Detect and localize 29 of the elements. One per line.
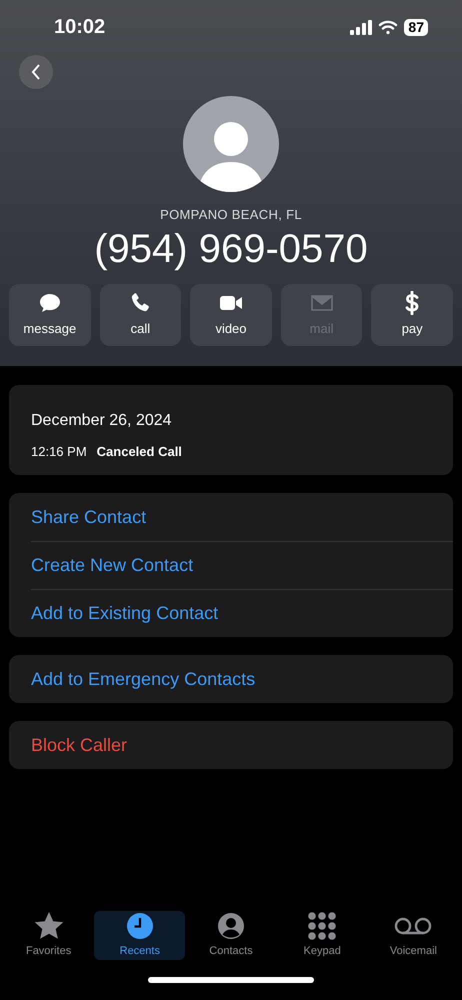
action-button[interactable]: video bbox=[190, 284, 272, 346]
status-time: 10:02 bbox=[54, 15, 106, 40]
action-button[interactable]: pay bbox=[371, 284, 453, 346]
tab-bar-item[interactable]: Keypad bbox=[276, 911, 368, 960]
menu-option[interactable]: Create New Contact bbox=[31, 541, 453, 589]
tab-bar-item[interactable]: Recents bbox=[94, 911, 186, 960]
battery-indicator: 87 bbox=[404, 18, 428, 36]
star-icon bbox=[34, 911, 64, 942]
action-button[interactable]: message bbox=[9, 284, 91, 346]
tab-bar-item[interactable]: Voicemail bbox=[368, 911, 460, 960]
menu-option[interactable]: Add to Existing Contact bbox=[31, 589, 453, 637]
back-button[interactable] bbox=[19, 55, 53, 89]
phone-number: (954) 969-0570 bbox=[93, 226, 369, 272]
menu-option[interactable]: Add to Emergency Contacts bbox=[31, 655, 453, 703]
person-circle-icon bbox=[216, 911, 246, 942]
action-button[interactable]: call bbox=[100, 284, 182, 346]
menu-option[interactable]: Share Contact bbox=[31, 493, 453, 541]
menu-option[interactable]: Block Caller bbox=[31, 721, 453, 769]
wifi-icon bbox=[378, 20, 398, 34]
call-time: 12:16 PM bbox=[31, 442, 87, 460]
keypad-icon bbox=[307, 911, 338, 942]
call-status: Canceled Call bbox=[96, 442, 182, 460]
clock-icon bbox=[124, 911, 155, 942]
signal-icon bbox=[350, 20, 372, 34]
call-date: December 26, 2024 bbox=[31, 410, 173, 430]
tab-bar-item[interactable]: Favorites bbox=[3, 911, 94, 960]
tab-bar-item[interactable]: Contacts bbox=[185, 911, 277, 960]
chevron-left-icon bbox=[31, 64, 41, 80]
caller-location: POMPANO BEACH, FL bbox=[159, 206, 303, 224]
